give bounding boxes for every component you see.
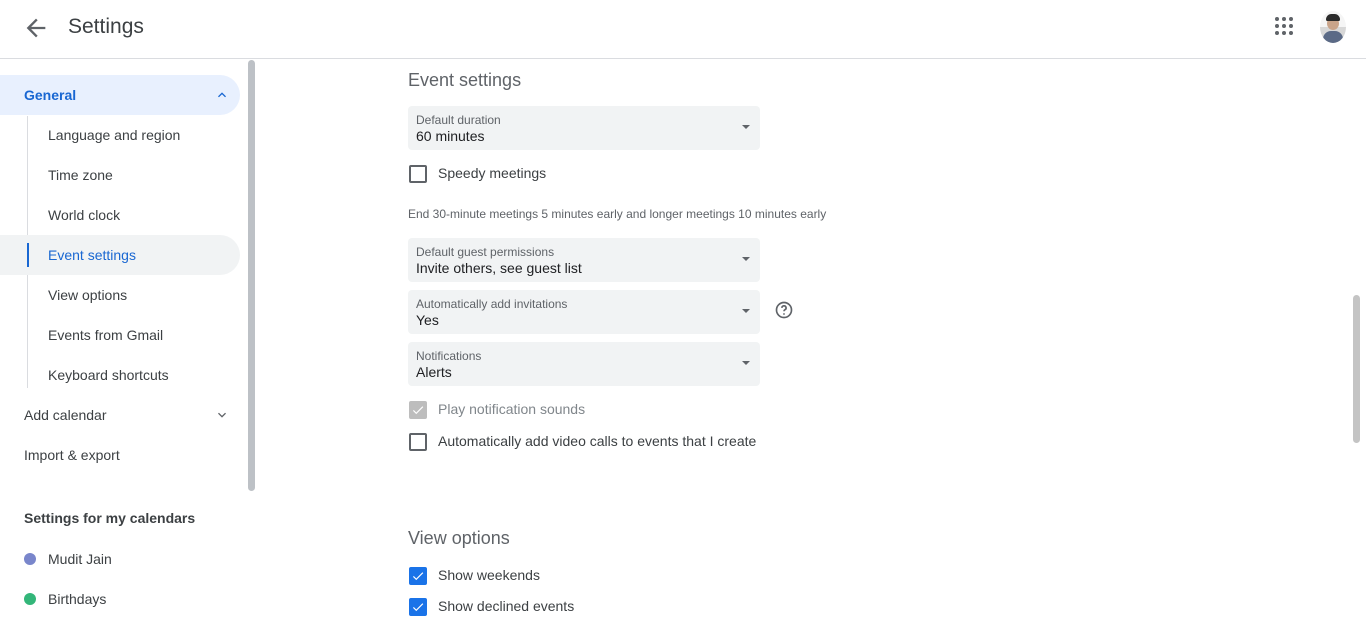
calendar-name: Mudit Jain xyxy=(48,551,112,567)
show-declined-label: Show declined events xyxy=(438,598,575,614)
chevron-down-icon xyxy=(218,412,226,418)
top-app-bar: Settings xyxy=(0,0,1366,59)
sidebar-scrollbar[interactable] xyxy=(248,60,255,491)
nav-events-from-gmail[interactable]: Events from Gmail xyxy=(0,315,240,355)
page-title: Settings xyxy=(68,15,144,38)
nav-view-options[interactable]: View options xyxy=(0,275,240,315)
active-indicator xyxy=(27,243,29,267)
dropdown-arrow-icon xyxy=(742,309,750,313)
my-calendars-heading: Settings for my calendars xyxy=(24,510,196,526)
notifications-label: Notifications xyxy=(416,349,482,363)
calendar-name: Birthdays xyxy=(48,591,107,607)
guest-permissions-select[interactable]: Default guest permissions Invite others,… xyxy=(408,238,760,282)
apps-grid-icon[interactable] xyxy=(1272,14,1296,38)
default-duration-value: 60 minutes xyxy=(416,128,485,144)
notifications-value: Alerts xyxy=(416,364,452,380)
calendar-item-birthdays[interactable]: Birthdays xyxy=(24,579,244,619)
nav-world-clock[interactable]: World clock xyxy=(0,195,240,235)
default-duration-select[interactable]: Default duration 60 minutes xyxy=(408,106,760,150)
add-invitations-value: Yes xyxy=(416,312,439,328)
nav-import-export[interactable]: Import & export xyxy=(0,435,240,475)
calendar-color-dot xyxy=(24,553,36,565)
add-invitations-label: Automatically add invitations xyxy=(416,297,568,311)
help-icon[interactable] xyxy=(774,300,794,320)
dropdown-arrow-icon xyxy=(742,257,750,261)
check-icon xyxy=(412,603,424,612)
view-options-title: View options xyxy=(408,528,510,548)
add-invitations-select[interactable]: Automatically add invitations Yes xyxy=(408,290,760,334)
video-calls-checkbox[interactable] xyxy=(409,433,427,451)
dropdown-arrow-icon xyxy=(742,125,750,129)
play-sounds-label: Play notification sounds xyxy=(438,401,586,417)
speedy-meetings-checkbox[interactable] xyxy=(409,165,427,183)
speedy-meetings-label: Speedy meetings xyxy=(438,165,547,181)
arrow-back-icon[interactable] xyxy=(22,14,50,42)
speedy-meetings-hint: End 30-minute meetings 5 minutes early a… xyxy=(408,207,827,221)
calendar-item-mudit-jain[interactable]: Mudit Jain xyxy=(24,539,244,579)
show-weekends-checkbox[interactable] xyxy=(409,567,427,585)
nav-language-region[interactable]: Language and region xyxy=(0,115,240,155)
event-settings-title: Event settings xyxy=(408,70,522,90)
nav-keyboard-shortcuts[interactable]: Keyboard shortcuts xyxy=(0,355,240,395)
nav-time-zone[interactable]: Time zone xyxy=(0,155,240,195)
chevron-up-icon xyxy=(218,92,226,98)
play-sounds-checkbox[interactable] xyxy=(409,401,427,419)
calendar-color-dot xyxy=(24,593,36,605)
nav-general[interactable]: General xyxy=(0,75,240,115)
nav-event-settings[interactable]: Event settings xyxy=(0,235,240,275)
nav-add-calendar[interactable]: Add calendar xyxy=(0,395,240,435)
settings-sidebar: General Language and region Time zone Wo… xyxy=(0,60,256,615)
show-weekends-label: Show weekends xyxy=(438,567,540,583)
user-avatar[interactable] xyxy=(1320,11,1346,43)
main-scrollbar[interactable] xyxy=(1353,295,1360,443)
default-duration-label: Default duration xyxy=(416,113,501,127)
check-icon xyxy=(412,406,424,415)
guest-permissions-label: Default guest permissions xyxy=(416,245,555,259)
check-icon xyxy=(412,572,424,581)
show-declined-checkbox[interactable] xyxy=(409,598,427,616)
video-calls-label: Automatically add video calls to events … xyxy=(438,433,757,449)
dropdown-arrow-icon xyxy=(742,361,750,365)
guest-permissions-value: Invite others, see guest list xyxy=(416,260,582,276)
notifications-select[interactable]: Notifications Alerts xyxy=(408,342,760,386)
nav-general-label: General xyxy=(24,87,77,103)
nav-add-calendar-label: Add calendar xyxy=(24,407,107,423)
